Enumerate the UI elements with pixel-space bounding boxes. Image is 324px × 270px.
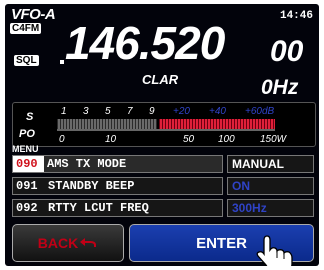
- menu-row-091[interactable]: 091 STANDBY BEEP ON: [12, 177, 314, 195]
- s-scale-1: 1: [61, 106, 67, 117]
- s-label: S: [26, 111, 34, 123]
- s-scale-plus40: +40: [209, 106, 226, 117]
- menu-row-value[interactable]: ON: [227, 177, 314, 195]
- sql-badge: SQL: [14, 55, 39, 66]
- menu-row-value[interactable]: MANUAL: [227, 155, 314, 173]
- mode-badge: C4FM: [10, 23, 42, 34]
- back-button[interactable]: BACK: [12, 224, 124, 262]
- menu-row-number: 091: [16, 179, 38, 193]
- po-scale-0: 0: [59, 134, 65, 145]
- po-scale-10: 10: [105, 134, 117, 145]
- menu-row-number: 090: [13, 156, 44, 172]
- frequency-dot: [60, 60, 64, 64]
- menu-row-title[interactable]: 092 RTTY LCUT FREQ: [12, 199, 223, 217]
- meter-graphic: S PO 1 3 5 7 9 +20 +40 +60dB 0 10 50 100…: [19, 106, 288, 145]
- s-scale-9: 9: [149, 106, 155, 117]
- menu-row-name: AMS TX MODE: [47, 157, 127, 171]
- enter-button-label: ENTER: [196, 234, 247, 252]
- menu-row-name: RTTY LCUT FREQ: [48, 201, 149, 215]
- clar-label: CLAR: [142, 72, 179, 87]
- s-po-meter: S PO 1 3 5 7 9 +20 +40 +60dB 0 10 50 100…: [12, 102, 316, 147]
- back-button-label: BACK: [37, 235, 79, 251]
- po-scale-50: 50: [183, 134, 195, 145]
- back-arrow-icon: [80, 238, 97, 247]
- menu-row-092[interactable]: 092 RTTY LCUT FREQ 300Hz: [12, 199, 314, 217]
- vfo-label: VFO-A: [11, 6, 56, 23]
- clock: 14:46: [279, 10, 313, 22]
- frequency-small-digits: 00: [270, 35, 304, 68]
- menu-row-090[interactable]: 090 AMS TX MODE MANUAL: [12, 155, 314, 173]
- menu-row-name: STANDBY BEEP: [48, 179, 135, 193]
- s-scale-plus20: +20: [173, 106, 190, 117]
- menu-row-title[interactable]: 091 STANDBY BEEP: [12, 177, 223, 195]
- po-scale-150w: 150W: [260, 134, 288, 145]
- s-scale-plus60: +60dB: [245, 106, 275, 117]
- menu-row-value[interactable]: 300Hz: [227, 199, 314, 217]
- radio-display: VFO-A 14:46 C4FM SQL 146.520 00 CLAR 0Hz…: [5, 4, 319, 266]
- s-scale-3: 3: [83, 106, 89, 117]
- frequency-main: 146.520: [65, 17, 225, 69]
- menu-label: MENU: [12, 144, 39, 154]
- meter-bar-grey: [57, 119, 157, 129]
- meter-bar-red: [159, 119, 275, 129]
- po-label: PO: [19, 128, 35, 140]
- menu-row-title[interactable]: 090 AMS TX MODE: [12, 155, 223, 173]
- s-scale-7: 7: [127, 106, 133, 117]
- pointing-hand-icon: [256, 235, 293, 266]
- menu-row-number: 092: [16, 201, 38, 215]
- s-scale-5: 5: [105, 106, 111, 117]
- clar-value: 0Hz: [261, 76, 299, 99]
- po-scale-100: 100: [218, 134, 235, 145]
